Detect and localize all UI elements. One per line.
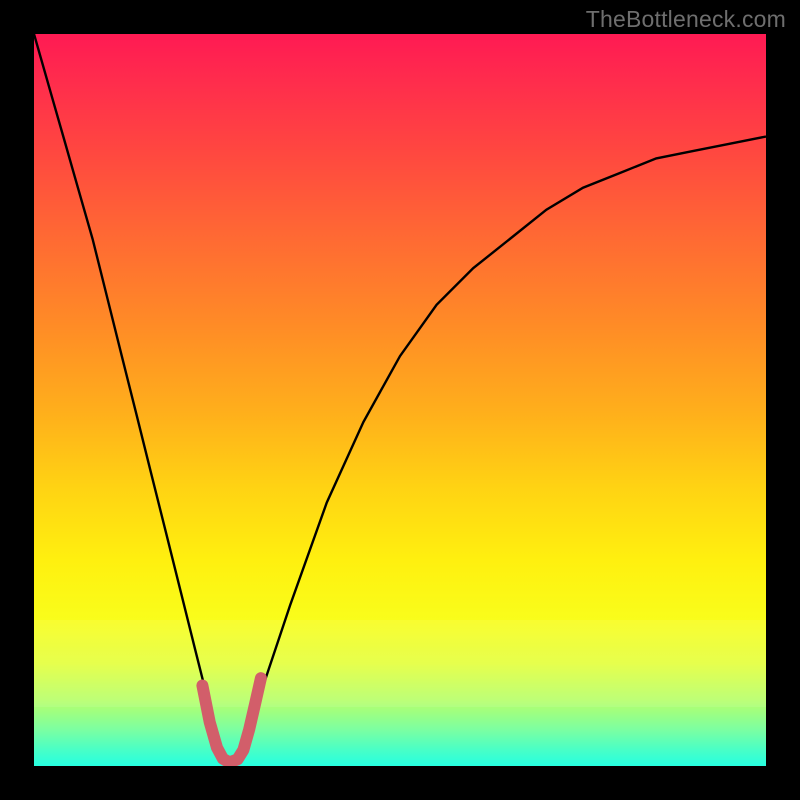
bottleneck-curve: [34, 34, 766, 762]
curve-layer: [34, 34, 766, 766]
chart-frame: TheBottleneck.com: [0, 0, 800, 800]
sweet-spot-marker: [202, 678, 261, 761]
plot-area: [34, 34, 766, 766]
watermark-text: TheBottleneck.com: [586, 6, 786, 33]
